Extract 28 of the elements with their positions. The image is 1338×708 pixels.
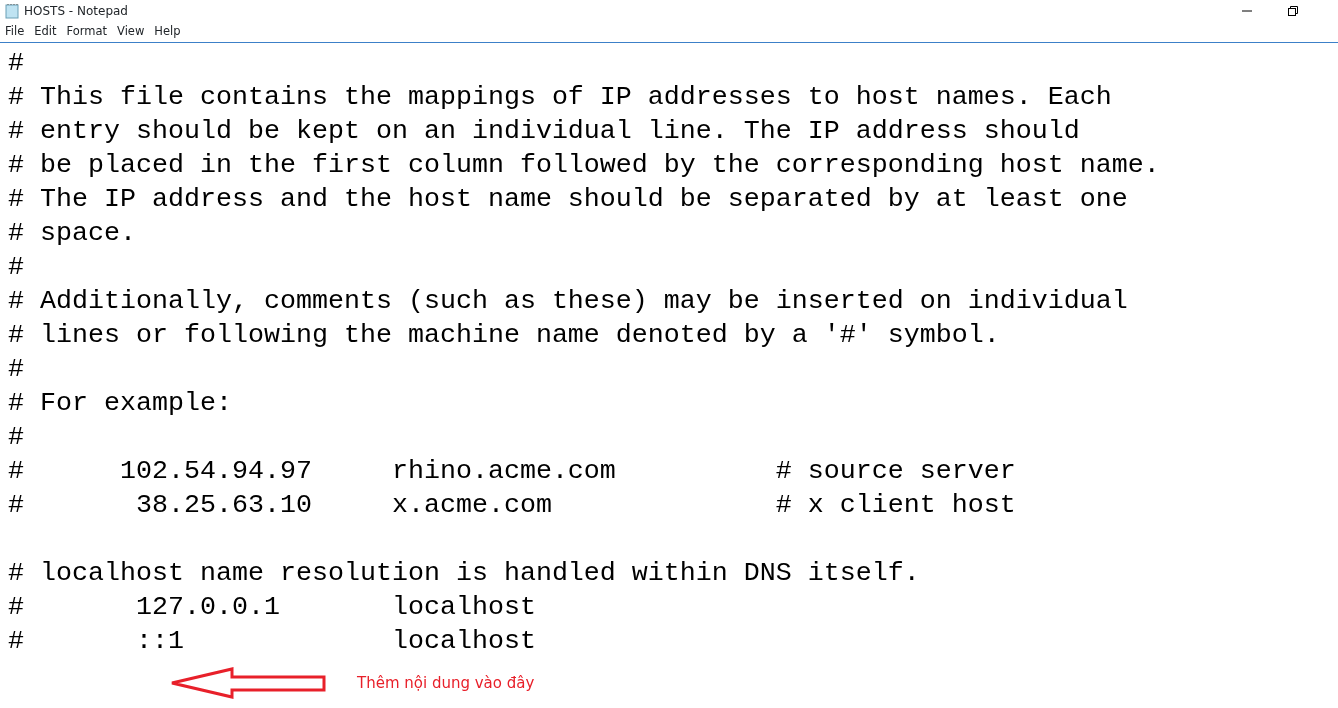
window-title: HOSTS - Notepad — [24, 3, 128, 20]
menu-item[interactable]: File — [0, 23, 30, 41]
text-line: # For example: — [8, 387, 232, 420]
text-line: # — [8, 251, 24, 284]
restore-icon — [1288, 6, 1298, 16]
text-line: # space. — [8, 217, 136, 250]
text-line: # entry should be kept on an individual line. The IP address should — [8, 115, 1080, 148]
text-line: # 38.25.63.10 x.acme.com # x client host — [8, 489, 1016, 522]
text-line: # — [8, 421, 24, 454]
annotation-text: Thêm nội dung vào đây — [357, 673, 535, 694]
text-line: # ::1 localhost — [8, 625, 536, 658]
text-line: # localhost name resolution is handled within DNS itself. — [8, 557, 920, 590]
minimize-icon — [1242, 10, 1252, 12]
text-line: # This file contains the mappings of IP addresses to host names. Each — [8, 81, 1112, 114]
menu-item[interactable]: Edit — [29, 23, 62, 41]
text-line: # lines or following the machine name denoted by a '#' symbol. — [8, 319, 1000, 352]
notepad-icon — [4, 3, 20, 19]
text-line: # Additionally, comments (such as these) may be inserted on individual — [8, 285, 1128, 318]
text-line: # The IP address and the host name should be separated by at least one — [8, 183, 1128, 216]
text-line: # — [8, 353, 24, 386]
text-line: # 127.0.0.1 localhost — [8, 591, 536, 624]
text-line: # be placed in the first column followed by the corresponding host name. — [8, 149, 1160, 182]
menu-item[interactable]: View — [112, 23, 150, 41]
menu-item[interactable]: Format — [61, 23, 113, 41]
text-line: # — [8, 47, 24, 80]
menu-item[interactable]: Help — [149, 23, 186, 41]
text-line: # 102.54.94.97 rhino.acme.com # source server — [8, 455, 1016, 488]
arrow-icon — [170, 667, 327, 699]
